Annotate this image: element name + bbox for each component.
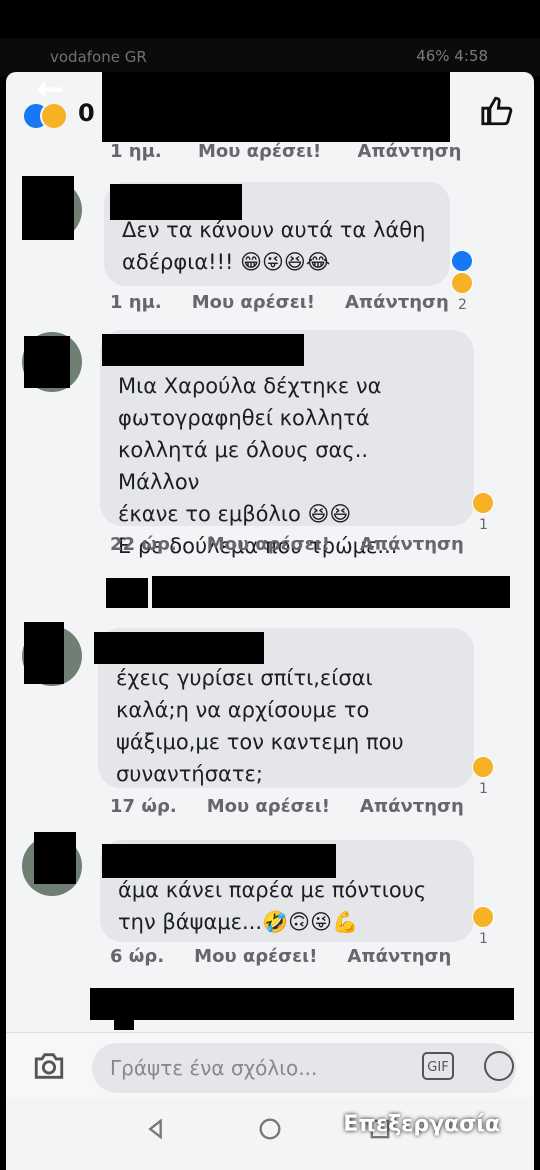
comment-actions: 17 ώρ. Μου αρέσει! Απάντηση (110, 796, 464, 817)
redaction-avatar (24, 336, 70, 388)
reaction-badge[interactable]: 1 (472, 756, 494, 797)
reply-link[interactable]: Απάντηση (358, 141, 462, 162)
back-icon[interactable] (142, 1115, 170, 1143)
previous-comment-meta: 1 ημ. Μου αρέσει! Απάντηση (110, 141, 461, 163)
redaction-name (94, 632, 264, 664)
battery-time: 46% 4:58 (416, 47, 488, 65)
thumb-up-icon[interactable] (480, 94, 514, 128)
redaction-reply-avatar (106, 578, 148, 608)
reactions-header: ← 0 (6, 72, 534, 142)
edit-label[interactable]: Επεξεργασία (343, 1112, 500, 1137)
comment-actions: 1 ημ. Μου αρέσει! Απάντηση (110, 292, 449, 313)
redaction-last-line (90, 988, 514, 1020)
gif-button[interactable]: GIF (422, 1052, 454, 1080)
comment-text: έχεις γυρίσει σπίτι,είσαι καλά;η να αρχί… (116, 666, 404, 786)
reaction-badge[interactable]: 1 (472, 906, 494, 947)
back-arrow-icon[interactable]: ← (36, 72, 65, 106)
redaction-avatar (24, 622, 64, 684)
emoji-icon[interactable] (484, 1051, 514, 1081)
redaction-name (102, 334, 304, 366)
redaction-header (102, 72, 450, 142)
redaction-name (102, 844, 336, 878)
comment-time: 1 ημ. (110, 141, 162, 162)
android-nav-bar: Επεξεργασία (6, 1098, 534, 1170)
camera-icon[interactable] (32, 1049, 66, 1083)
redaction-reply-line (152, 576, 510, 608)
redaction-avatar (34, 832, 76, 884)
reaction-count[interactable]: 0 (78, 99, 95, 127)
redaction-avatar (22, 176, 74, 240)
comment-actions: 22 ώρ. Μου αρέσει! Απάντηση (110, 534, 464, 555)
reaction-badge[interactable]: 1 (472, 492, 494, 533)
reaction-badge[interactable]: 2 (451, 250, 473, 313)
comment-text: Δεν τα κάνουν αυτά τα λάθη αδέρφια!!! 😁😜… (122, 218, 426, 274)
like-link[interactable]: Μου αρέσει! (198, 141, 321, 162)
comment-text: άμα κάνει παρέα με πόντιους την βάψαμε..… (118, 878, 427, 934)
comment-actions: 6 ώρ. Μου αρέσει! Απάντηση (110, 946, 452, 967)
carrier-label: vodafone GR (50, 48, 147, 66)
comment-composer: Γράψτε ένα σχόλιο... GIF (6, 1032, 534, 1098)
redaction-fragment (114, 1016, 134, 1030)
comments-screen: ← 0 1 ημ. Μου αρέσει! Απάντηση Δεν τα κά… (6, 72, 534, 1098)
status-bar: vodafone GR 46% 4:58 (0, 38, 540, 76)
haha-icon (40, 102, 68, 130)
home-icon[interactable] (256, 1115, 284, 1143)
reaction-icons[interactable] (22, 102, 72, 130)
redaction-name (110, 184, 242, 220)
